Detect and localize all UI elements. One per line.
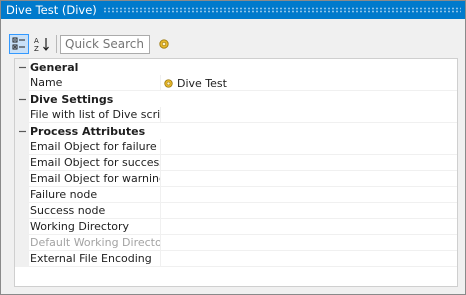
property-row-default-working-directory[interactable]: Default Working Directory <box>15 235 457 251</box>
quick-search-input[interactable] <box>60 34 150 54</box>
property-row-name[interactable]: Name Dive Test <box>15 75 457 91</box>
alphabetical-sort-button[interactable]: A Z <box>32 34 52 54</box>
property-value[interactable] <box>161 171 457 187</box>
property-value[interactable]: Dive Test <box>161 75 457 91</box>
property-name: Success node <box>29 203 161 219</box>
property-row-email-success[interactable]: Email Object for success <box>15 155 457 171</box>
properties-window: Dive Test (Dive) A Z Quick Search Genera… <box>0 0 466 295</box>
property-value[interactable] <box>161 251 457 267</box>
category-label: Process Attributes <box>30 124 146 138</box>
collapse-icon <box>18 98 26 100</box>
coin-icon <box>159 39 169 49</box>
property-grid: General Name Dive Test Dive Settings Fil… <box>14 58 458 287</box>
property-value[interactable] <box>161 187 457 203</box>
property-name: Working Directory <box>29 219 161 235</box>
property-value[interactable] <box>161 107 457 123</box>
property-value[interactable] <box>161 139 457 155</box>
property-name: Email Object for warning <box>30 171 161 187</box>
category-label: Dive Settings <box>30 92 114 106</box>
collapse-toggle[interactable] <box>15 59 29 75</box>
category-label: General <box>30 60 79 74</box>
property-value <box>161 235 457 251</box>
category-general[interactable]: General <box>15 59 457 75</box>
category-dive-settings[interactable]: Dive Settings <box>15 91 457 107</box>
svg-text:A: A <box>34 37 39 45</box>
property-row-working-directory[interactable]: Working Directory <box>15 219 457 235</box>
property-name: Failure node <box>29 187 161 203</box>
property-value[interactable] <box>161 203 457 219</box>
svg-text:Z: Z <box>34 45 39 52</box>
property-value[interactable] <box>161 219 457 235</box>
categorized-view-icon <box>12 37 25 50</box>
categorized-view-button[interactable] <box>9 34 29 54</box>
property-name: Default Working Directory <box>30 235 161 251</box>
property-name: External File Encoding <box>29 251 161 267</box>
title-bar[interactable]: Dive Test (Dive) <box>1 1 465 19</box>
property-name: Email Object for success <box>30 155 161 171</box>
collapse-icon <box>18 130 26 132</box>
property-row-success-node[interactable]: Success node <box>15 203 457 219</box>
property-value-text: Dive Test <box>177 76 227 90</box>
toolbar-separator <box>56 35 57 53</box>
property-row-email-warning[interactable]: Email Object for warning <box>15 171 457 187</box>
property-row-failure-node[interactable]: Failure node <box>15 187 457 203</box>
title-bar-grip[interactable] <box>102 7 461 13</box>
property-row-email-failure[interactable]: Email Object for failure <box>15 139 457 155</box>
coin-icon <box>164 78 173 88</box>
property-row-dive-scripts-file[interactable]: File with list of Dive scripts <box>15 107 457 123</box>
collapse-icon <box>18 66 26 68</box>
sort-alphabetical-icon: A Z <box>34 37 49 52</box>
property-row-external-file-encoding[interactable]: External File Encoding <box>15 251 457 267</box>
object-action-button[interactable] <box>159 39 169 49</box>
property-toolbar: A Z <box>9 32 457 56</box>
property-name: Name <box>29 75 161 91</box>
property-name: Email Object for failure <box>29 139 161 155</box>
collapse-toggle[interactable] <box>15 123 29 139</box>
property-value[interactable] <box>161 155 457 171</box>
window-title: Dive Test (Dive) <box>6 3 97 17</box>
collapse-toggle[interactable] <box>15 91 29 107</box>
category-process-attributes[interactable]: Process Attributes <box>15 123 457 139</box>
property-name: File with list of Dive scripts <box>30 107 161 123</box>
